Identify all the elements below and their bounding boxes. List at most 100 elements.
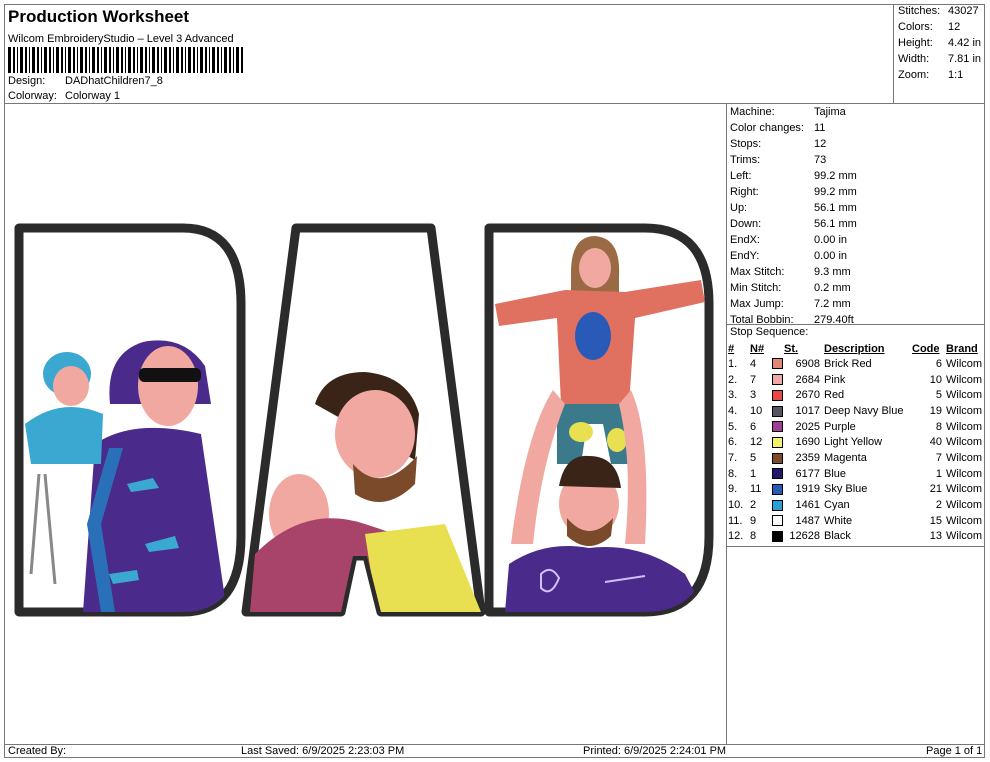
table-row: 7. 5 2359 Magenta 7 Wilcom bbox=[728, 450, 984, 466]
row-number: 2. bbox=[728, 373, 738, 386]
barcode-bar bbox=[224, 47, 227, 73]
row-number: 8. bbox=[728, 467, 738, 480]
design-label: Design: bbox=[8, 75, 46, 87]
table-row: 12. 8 12628 Black 13 Wilcom bbox=[728, 529, 984, 545]
col-header-swatch bbox=[772, 341, 784, 356]
face-dad-a bbox=[335, 390, 415, 478]
barcode-bar bbox=[125, 47, 126, 73]
table-row: 8. 1 6177 Blue 1 Wilcom bbox=[728, 466, 984, 482]
col-header-stitches: St. bbox=[784, 342, 799, 355]
color-description: Magenta bbox=[824, 451, 867, 464]
barcode-bar bbox=[25, 47, 27, 73]
info-label: Color changes: bbox=[730, 122, 804, 134]
info-value: 0.2 mm bbox=[814, 282, 851, 294]
footer-last-saved: Last Saved: 6/9/2025 2:23:03 PM bbox=[241, 745, 405, 757]
color-swatch-box bbox=[772, 499, 783, 511]
needle-number: 3 bbox=[750, 389, 757, 402]
barcode-bar bbox=[176, 47, 179, 73]
info-row: Up: 56.1 mm bbox=[730, 202, 857, 214]
barcode-bar bbox=[205, 47, 207, 73]
info-row: Down: 56.1 mm bbox=[730, 218, 857, 230]
color-description: Cyan bbox=[824, 499, 850, 512]
thread-brand: Wilcom bbox=[946, 514, 983, 527]
stat-value: 4.42 in bbox=[948, 37, 982, 49]
table-row: 10. 2 1461 Cyan 2 Wilcom bbox=[728, 497, 984, 513]
color-code: 19 bbox=[929, 404, 942, 417]
barcode-bar bbox=[17, 47, 18, 73]
barcode-bar bbox=[101, 47, 102, 73]
table-row: 11. 9 1487 White 15 Wilcom bbox=[728, 513, 984, 529]
barcode-bar bbox=[169, 47, 171, 73]
barcode-bar bbox=[233, 47, 234, 73]
barcode-bar bbox=[217, 47, 219, 73]
stitch-count: 1919 bbox=[795, 483, 820, 496]
color-code: 10 bbox=[929, 373, 942, 386]
info-row: Trims: 73 bbox=[730, 154, 826, 166]
stitch-count: 6908 bbox=[795, 357, 820, 370]
info-value: Tajima bbox=[814, 106, 846, 118]
stat-label: Width: bbox=[898, 53, 930, 65]
barcode-bar bbox=[8, 47, 11, 73]
footer-created-by: Created By: bbox=[8, 745, 67, 757]
color-swatch-box bbox=[772, 374, 783, 386]
info-label: Left: bbox=[730, 170, 752, 182]
barcode-bar bbox=[128, 47, 131, 73]
row-number: 11. bbox=[728, 514, 743, 527]
software-name: Wilcom EmbroideryStudio – Level 3 Advanc… bbox=[8, 33, 234, 45]
design-value: DADhatChildren7_8 bbox=[65, 75, 163, 87]
barcode-bar bbox=[73, 47, 75, 73]
barcode-bar bbox=[77, 47, 78, 73]
stitch-count: 2670 bbox=[795, 389, 820, 402]
color-swatch-box bbox=[772, 483, 783, 495]
barcode-bar bbox=[173, 47, 174, 73]
thread-brand: Wilcom bbox=[946, 530, 983, 543]
stitch-count: 2359 bbox=[795, 451, 820, 464]
barcode-bar bbox=[85, 47, 87, 73]
barcode-bar bbox=[68, 47, 71, 73]
color-description: Purple bbox=[824, 420, 856, 433]
info-row: Min Stitch: 0.2 mm bbox=[730, 282, 851, 294]
barcode-bar bbox=[193, 47, 195, 73]
divider bbox=[726, 546, 985, 547]
stop-sequence-title: Stop Sequence: bbox=[730, 326, 809, 338]
barcode-bar bbox=[236, 47, 239, 73]
thread-brand: Wilcom bbox=[946, 420, 983, 433]
embroidery-design-preview bbox=[14, 223, 714, 617]
info-label: Min Stitch: bbox=[730, 282, 782, 294]
barcode-bar bbox=[241, 47, 243, 73]
color-swatch-box bbox=[772, 405, 783, 417]
info-value: 73 bbox=[814, 154, 827, 166]
stitch-count: 1017 bbox=[795, 404, 820, 417]
color-swatch-box bbox=[772, 468, 783, 480]
info-value: 9.3 mm bbox=[814, 266, 851, 278]
info-value: 11 bbox=[814, 122, 826, 134]
color-code: 2 bbox=[935, 499, 942, 512]
info-label: Stops: bbox=[730, 138, 762, 150]
table-row: 6. 12 1690 Light Yellow 40 Wilcom bbox=[728, 434, 984, 450]
col-header-brand: Brand bbox=[946, 342, 978, 355]
barcode-bar bbox=[13, 47, 15, 73]
thread-brand: Wilcom bbox=[946, 357, 983, 370]
thread-brand: Wilcom bbox=[946, 451, 983, 464]
row-number: 9. bbox=[728, 483, 738, 496]
color-code: 7 bbox=[935, 451, 942, 464]
info-value: 12 bbox=[814, 138, 827, 150]
color-description: Light Yellow bbox=[824, 436, 883, 449]
barcode-bar bbox=[53, 47, 54, 73]
barcode-bar bbox=[140, 47, 143, 73]
info-value: 99.2 mm bbox=[814, 186, 857, 198]
barcode-bar bbox=[80, 47, 83, 73]
info-value: 279.40ft bbox=[814, 314, 854, 326]
color-swatch-box bbox=[772, 358, 783, 370]
barcode-bar bbox=[121, 47, 123, 73]
barcode-image bbox=[8, 47, 243, 73]
info-label: Total Bobbin: bbox=[730, 314, 794, 326]
footer-printed: Printed: 6/9/2025 2:24:01 PM bbox=[583, 745, 727, 757]
thread-brand: Wilcom bbox=[946, 373, 983, 386]
color-swatch bbox=[772, 434, 784, 450]
info-row: EndX: 0.00 in bbox=[730, 234, 847, 246]
thread-brand: Wilcom bbox=[946, 436, 983, 449]
info-row: EndY: 0.00 in bbox=[730, 250, 847, 262]
row-number: 4. bbox=[728, 404, 738, 417]
row-number: 12. bbox=[728, 530, 744, 543]
